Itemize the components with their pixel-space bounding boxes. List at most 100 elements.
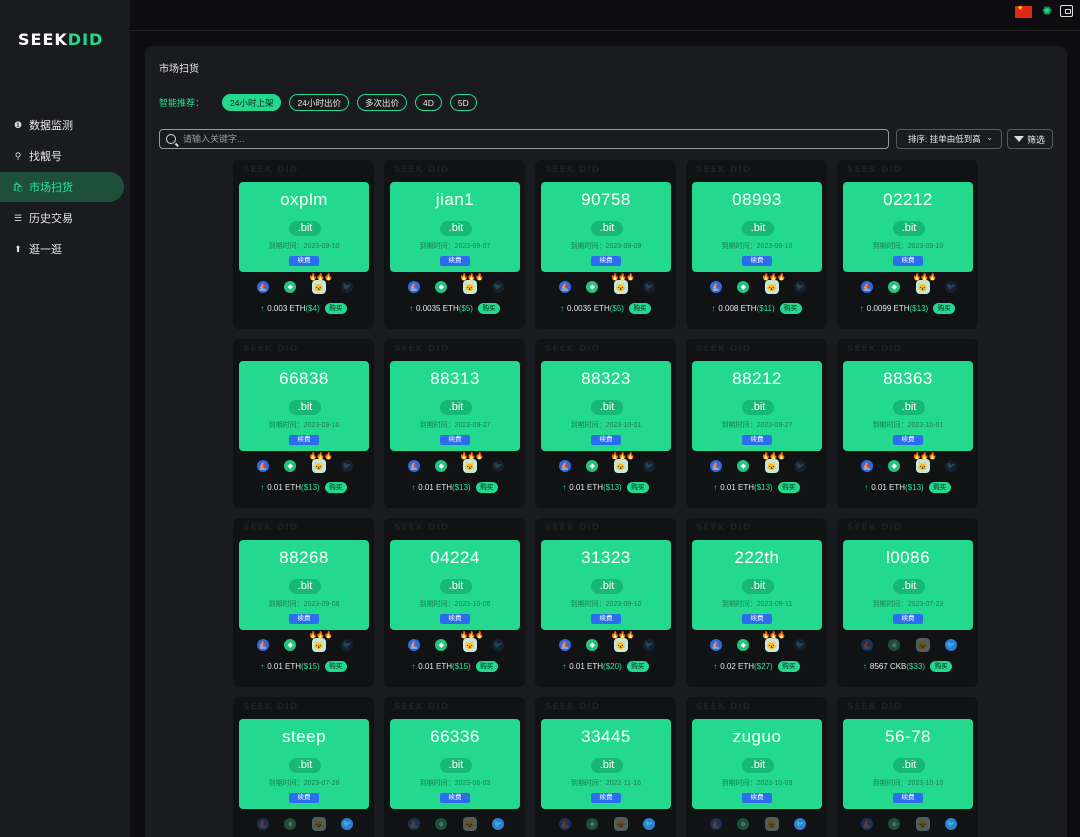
- sidebar-item-browse[interactable]: ⬆ 逛一逛: [0, 234, 130, 264]
- domain-panel[interactable]: 88323 .bit 到期时间：2023-10-01 续费: [541, 361, 671, 451]
- domain-panel[interactable]: 90758 .bit 到期时间：2023-09-09 续费: [541, 182, 671, 272]
- buy-button[interactable]: 购买: [933, 302, 956, 314]
- gem-icon[interactable]: ◆: [435, 639, 448, 651]
- renew-button[interactable]: 续费: [742, 435, 772, 445]
- gem-icon[interactable]: ◆: [737, 281, 750, 293]
- domain-card[interactable]: SEEK DID 88363 .bit 到期时间：2023-10-01 续费 ⛵…: [837, 339, 978, 508]
- ship-icon[interactable]: ⛵: [408, 639, 420, 651]
- bird-icon[interactable]: 🐦: [944, 818, 957, 830]
- buy-button[interactable]: 购买: [930, 660, 953, 672]
- bird-icon[interactable]: 🐦: [793, 818, 806, 830]
- buy-button[interactable]: 购买: [324, 302, 347, 314]
- gem-icon[interactable]: ◆: [737, 639, 750, 651]
- cat-icon[interactable]: 😼 🔥🔥🔥: [460, 453, 484, 473]
- buy-button[interactable]: 购买: [626, 481, 649, 493]
- renew-button[interactable]: 续费: [742, 256, 772, 266]
- cat-icon[interactable]: 😼 🔥🔥🔥: [611, 632, 635, 652]
- sidebar-item-market-sweep[interactable]: 🛍 市场扫货: [0, 172, 124, 202]
- cat-icon[interactable]: 😼 🔥🔥🔥: [762, 453, 786, 473]
- renew-button[interactable]: 续费: [591, 793, 621, 803]
- gem-icon[interactable]: ◆: [284, 281, 297, 293]
- bird-icon[interactable]: 🐦: [340, 639, 353, 651]
- gem-icon[interactable]: ◆: [888, 281, 901, 293]
- wallet-icon[interactable]: [1060, 5, 1073, 17]
- buy-button[interactable]: 购买: [324, 481, 347, 493]
- chip-multi-bid[interactable]: 多次出价: [356, 94, 407, 111]
- bird-icon[interactable]: 🐦: [642, 639, 655, 651]
- bird-icon[interactable]: 🐦: [642, 281, 655, 293]
- domain-panel[interactable]: 88212 .bit 到期时间：2023-09-27 续费: [692, 361, 822, 451]
- sun-icon[interactable]: ✺: [1042, 4, 1052, 18]
- ship-icon[interactable]: ⛵: [559, 818, 571, 830]
- cat-icon[interactable]: 😼: [915, 817, 930, 831]
- ship-icon[interactable]: ⛵: [861, 818, 873, 830]
- renew-button[interactable]: 续费: [440, 614, 470, 624]
- renew-button[interactable]: 续费: [893, 256, 923, 266]
- gem-icon[interactable]: ◆: [888, 639, 901, 651]
- domain-panel[interactable]: 31323 .bit 到期时间：2023-09-10 续费: [541, 540, 671, 630]
- gem-icon[interactable]: ◆: [586, 639, 599, 651]
- bird-icon[interactable]: 🐦: [793, 639, 806, 651]
- domain-card[interactable]: SEEK DID l0086 .bit 到期时间：2023-07-23 续费 ⛵…: [837, 518, 978, 687]
- buy-button[interactable]: 购买: [928, 481, 951, 493]
- domain-panel[interactable]: 222th .bit 到期时间：2023-09-11 续费: [692, 540, 822, 630]
- sort-dropdown[interactable]: 排序: 挂单由低到高 ⌄: [896, 129, 1002, 149]
- ship-icon[interactable]: ⛵: [559, 281, 571, 293]
- bird-icon[interactable]: 🐦: [944, 281, 957, 293]
- renew-button[interactable]: 续费: [440, 256, 470, 266]
- ship-icon[interactable]: ⛵: [257, 460, 269, 472]
- ship-icon[interactable]: ⛵: [257, 639, 269, 651]
- bird-icon[interactable]: 🐦: [340, 818, 353, 830]
- chip-4d[interactable]: 4D: [414, 94, 442, 111]
- bird-icon[interactable]: 🐦: [491, 818, 504, 830]
- ship-icon[interactable]: ⛵: [559, 639, 571, 651]
- cat-icon[interactable]: 😼 🔥🔥🔥: [913, 274, 937, 294]
- renew-button[interactable]: 续费: [893, 614, 923, 624]
- cat-icon[interactable]: 😼: [311, 817, 326, 831]
- domain-card[interactable]: SEEK DID 31323 .bit 到期时间：2023-09-10 续费 ⛵…: [535, 518, 676, 687]
- buy-button[interactable]: 购买: [779, 302, 802, 314]
- gem-icon[interactable]: ◆: [284, 818, 297, 830]
- chip-24h-bid[interactable]: 24小时出价: [289, 94, 349, 111]
- bird-icon[interactable]: 🐦: [944, 639, 957, 651]
- ship-icon[interactable]: ⛵: [710, 818, 722, 830]
- bird-icon[interactable]: 🐦: [642, 818, 655, 830]
- cat-icon[interactable]: 😼 🔥🔥🔥: [309, 274, 333, 294]
- bird-icon[interactable]: 🐦: [944, 460, 957, 472]
- gem-icon[interactable]: ◆: [435, 818, 448, 830]
- domain-panel[interactable]: 88313 .bit 到期时间：2023-09-27 续费: [390, 361, 520, 451]
- gem-icon[interactable]: ◆: [284, 639, 297, 651]
- cat-icon[interactable]: 😼 🔥🔥🔥: [913, 453, 937, 473]
- domain-panel[interactable]: 33445 .bit 到期时间：2022-11-16 续费: [541, 719, 671, 809]
- renew-button[interactable]: 续费: [591, 614, 621, 624]
- renew-button[interactable]: 续费: [742, 793, 772, 803]
- logo[interactable]: SEEKDID: [18, 30, 103, 49]
- buy-button[interactable]: 购买: [477, 302, 500, 314]
- domain-card[interactable]: SEEK DID 33445 .bit 到期时间：2022-11-16 续费 ⛵…: [535, 697, 676, 837]
- cat-icon[interactable]: 😼 🔥🔥🔥: [611, 274, 635, 294]
- bird-icon[interactable]: 🐦: [491, 639, 504, 651]
- domain-panel[interactable]: oxplm .bit 到期时间：2023-09-10 续费: [239, 182, 369, 272]
- domain-card[interactable]: SEEK DID jian1 .bit 到期时间：2023-09-07 续费 ⛵…: [384, 160, 525, 329]
- renew-button[interactable]: 续费: [289, 435, 319, 445]
- domain-card[interactable]: SEEK DID oxplm .bit 到期时间：2023-09-10 续费 ⛵…: [233, 160, 374, 329]
- renew-button[interactable]: 续费: [893, 435, 923, 445]
- bird-icon[interactable]: 🐦: [340, 281, 353, 293]
- cat-icon[interactable]: 😼: [613, 817, 628, 831]
- filter-button[interactable]: 筛选: [1007, 129, 1053, 149]
- buy-button[interactable]: 购买: [475, 660, 498, 672]
- buy-button[interactable]: 购买: [777, 481, 800, 493]
- renew-button[interactable]: 续费: [440, 435, 470, 445]
- buy-button[interactable]: 购买: [475, 481, 498, 493]
- renew-button[interactable]: 续费: [289, 614, 319, 624]
- domain-card[interactable]: SEEK DID 222th .bit 到期时间：2023-09-11 续费 ⛵…: [686, 518, 827, 687]
- bird-icon[interactable]: 🐦: [491, 460, 504, 472]
- ship-icon[interactable]: ⛵: [861, 281, 873, 293]
- renew-button[interactable]: 续费: [591, 256, 621, 266]
- gem-icon[interactable]: ◆: [737, 460, 750, 472]
- domain-card[interactable]: SEEK DID 08993 .bit 到期时间：2023-09-10 续费 ⛵…: [686, 160, 827, 329]
- gem-icon[interactable]: ◆: [586, 460, 599, 472]
- domain-panel[interactable]: 02212 .bit 到期时间：2023-09-10 续费: [843, 182, 973, 272]
- gem-icon[interactable]: ◆: [435, 460, 448, 472]
- domain-card[interactable]: SEEK DID 04224 .bit 到期时间：2023-10-06 续费 ⛵…: [384, 518, 525, 687]
